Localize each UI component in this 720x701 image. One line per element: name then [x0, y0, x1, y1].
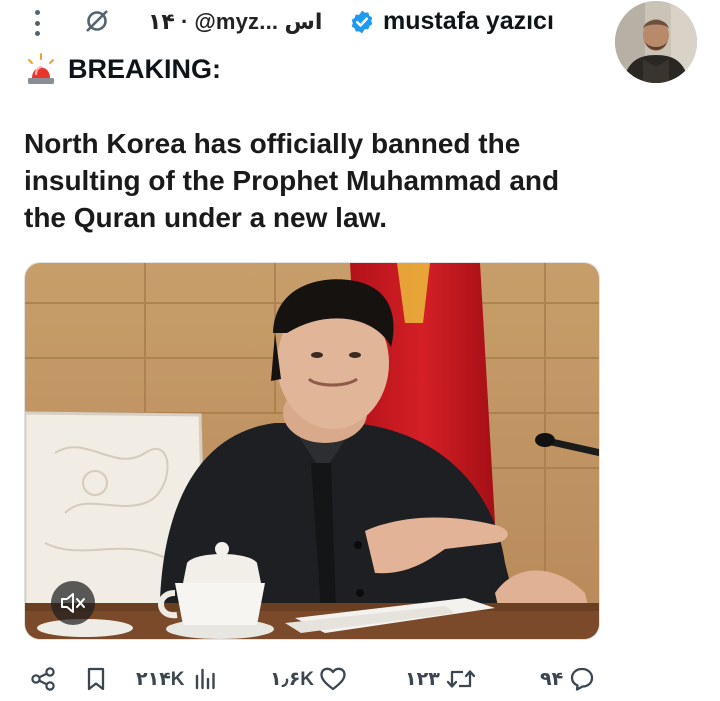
mute-button[interactable] [51, 581, 95, 625]
breaking-row: BREAKING: [24, 51, 221, 87]
share-icon [31, 667, 55, 691]
timestamp-handle[interactable]: ۱۴ · @myz... اس [148, 9, 322, 35]
display-name[interactable]: mustafa yazıcı [383, 7, 554, 36]
bookmark-icon [87, 667, 105, 691]
tweet-header: ۱۴ · @myz... اس mustafa yazıcı [0, 0, 720, 83]
views-icon [195, 668, 215, 690]
speaker-muted-icon [61, 593, 85, 613]
heart-icon [320, 667, 346, 691]
tweet-media[interactable] [24, 262, 600, 640]
repost-icon [446, 670, 475, 688]
media-image [25, 263, 599, 639]
share-button[interactable] [30, 666, 56, 692]
grok-icon[interactable] [84, 8, 110, 34]
views-count: ۲۱۴K [136, 668, 185, 690]
tweet-text: North Korea has officially banned the in… [24, 128, 560, 233]
views-button[interactable]: ۲۱۴K [136, 666, 218, 692]
likes-count: ۱٫۶K [270, 668, 315, 690]
replies-count: ۹۴ [540, 668, 564, 690]
avatar[interactable] [615, 1, 697, 83]
breaking-label: BREAKING: [68, 53, 221, 84]
reposts-count: ۱۲۳ [405, 668, 440, 690]
more-vertical-icon[interactable] [33, 10, 41, 36]
verified-badge-icon [351, 10, 373, 34]
repost-button[interactable]: ۱۲۳ [405, 666, 477, 692]
like-button[interactable]: ۱٫۶K [270, 666, 347, 692]
tweet-actions: ۲۱۴K ۱٫۶K ۱۲۳ ۹۴ [0, 660, 720, 701]
reply-button[interactable]: ۹۴ [540, 666, 596, 692]
police-light-icon [28, 53, 54, 84]
bookmark-button[interactable] [84, 666, 108, 692]
reply-icon [571, 667, 594, 691]
